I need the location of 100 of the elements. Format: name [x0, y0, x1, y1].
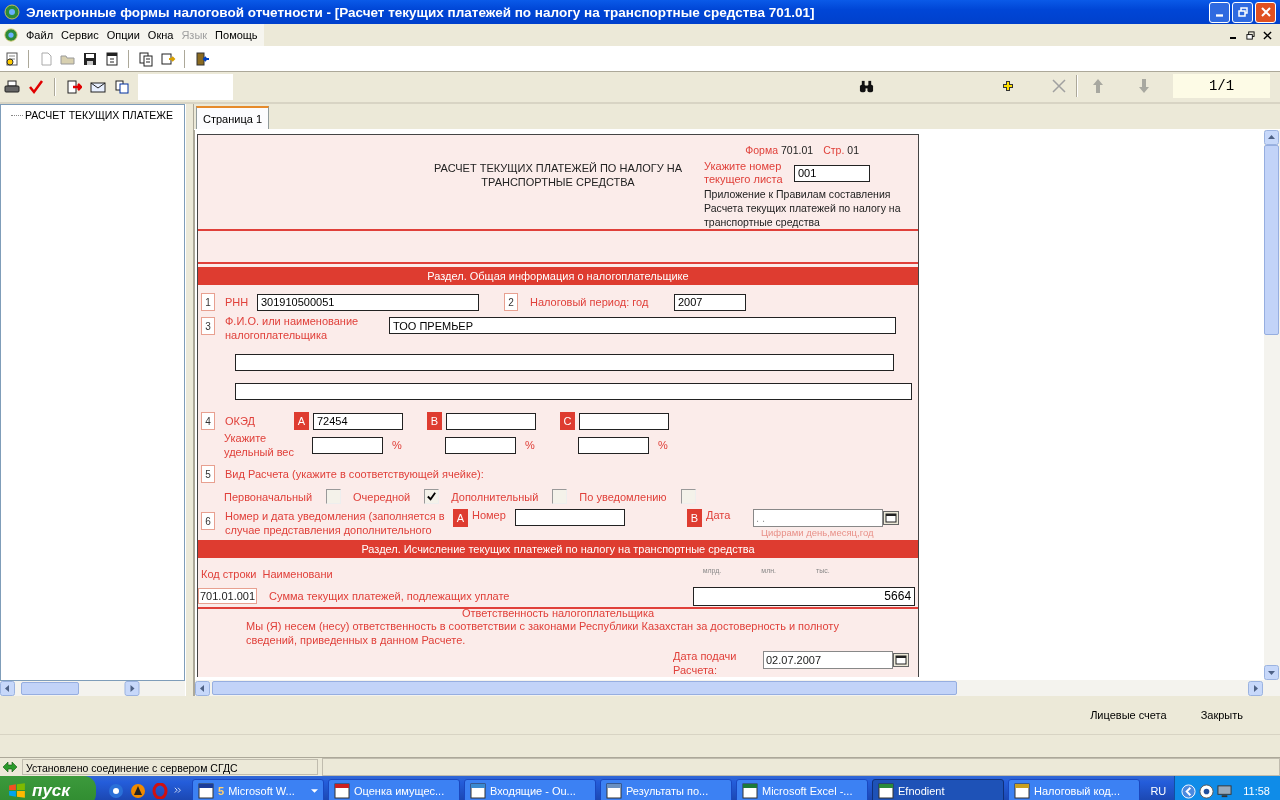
scroll-left-icon[interactable] — [195, 680, 210, 696]
letter-badge: B — [427, 412, 442, 430]
section-header: Раздел. Общая информация о налогоплательщике — [198, 267, 918, 285]
input-field[interactable] — [235, 354, 894, 371]
section-title: Ответственность налогоплательщика — [460, 607, 656, 619]
scroll-down-icon[interactable] — [1264, 665, 1279, 680]
minimize-icon — [1216, 13, 1223, 17]
input-field[interactable]: 2007 — [674, 293, 746, 311]
checkbox[interactable] — [424, 489, 440, 504]
input-field[interactable] — [445, 436, 516, 454]
taskbar-button[interactable]: Входящие - Ou... — [464, 779, 596, 800]
field-label: Номер и дата уведомления (заполняется в случае представления дополнительного — [225, 509, 446, 537]
letter-badge: A — [453, 509, 468, 527]
binoculars-icon[interactable] — [859, 78, 874, 94]
taskbar-button[interactable]: Оценка имущес... — [328, 779, 460, 800]
amount-field[interactable]: 5664 — [693, 586, 916, 606]
toolbar-field[interactable] — [138, 74, 233, 100]
chevron-icon[interactable] — [174, 787, 182, 795]
printer-icon[interactable] — [4, 79, 20, 95]
letter-badge: A — [294, 412, 309, 430]
horizontal-scrollbar[interactable] — [195, 680, 1280, 696]
tree-item[interactable]: РАСЧЕТ ТЕКУЩИХ ПЛАТЕЖЕ — [25, 109, 173, 121]
restore-icon — [1245, 30, 1255, 40]
sheet-label: Укажите номер текущего листа — [704, 160, 784, 186]
minimize-button[interactable] — [1209, 1, 1230, 23]
menu-item[interactable]: Окна — [143, 29, 178, 41]
form-title: РАСЧЕТ ТЕКУЩИХ ПЛАТЕЖЕЙ ПО НАЛОГУ НА ТРАНСПОРТНЫЕ СРЕДСТВА — [432, 161, 684, 190]
vertical-scrollbar[interactable] — [1264, 130, 1280, 680]
input-field[interactable] — [515, 509, 625, 526]
monitor-icon[interactable] — [1217, 783, 1233, 799]
taskbar-button[interactable]: Результаты по... — [600, 779, 732, 800]
percent-sign: % — [392, 439, 402, 451]
form-label: Форма — [745, 144, 779, 156]
export-document-icon[interactable] — [160, 51, 176, 67]
window-icon — [878, 783, 894, 799]
date-field[interactable]: . . — [753, 509, 883, 527]
window-icon — [606, 783, 622, 799]
close-button[interactable] — [1255, 1, 1276, 23]
menu-item[interactable]: Опции — [102, 29, 144, 41]
taskbar-button[interactable]: Microsoft Excel -... — [736, 779, 868, 800]
copy-icon[interactable] — [114, 79, 130, 95]
checkbox[interactable] — [552, 489, 568, 504]
action-button[interactable]: Лицевые счета — [1073, 709, 1184, 721]
checkbox[interactable] — [326, 489, 342, 504]
window-icon — [470, 783, 486, 799]
calendar-icon[interactable] — [893, 653, 909, 667]
checkbox-label: Первоначальный — [224, 490, 313, 503]
line-code: 701.01.001 — [198, 588, 258, 604]
horizontal-scrollbar[interactable] — [0, 681, 185, 696]
form-number: 701.01 — [781, 144, 814, 156]
input-field[interactable] — [312, 436, 383, 454]
menu-item[interactable]: Файл — [22, 29, 58, 41]
page-counter: 1/1 — [1173, 74, 1270, 98]
start-button[interactable]: пуск — [0, 776, 96, 800]
date-field[interactable]: 02.07.2007 — [763, 651, 893, 669]
input-field[interactable] — [579, 412, 669, 430]
checkmark-icon[interactable] — [28, 79, 44, 95]
input-field[interactable] — [446, 412, 536, 430]
menu-item[interactable]: Сервис — [57, 29, 103, 41]
taskbar-button[interactable]: Efnodient — [872, 779, 1004, 800]
scroll-left-icon[interactable] — [0, 681, 15, 696]
calendar-icon[interactable] — [883, 511, 899, 525]
status-text: Установлено соединение с сервером СГДС — [22, 759, 318, 775]
envelope-icon[interactable] — [90, 79, 106, 95]
checkbox[interactable] — [680, 489, 696, 504]
restore-button[interactable] — [1232, 1, 1253, 23]
row-number: 2 — [504, 293, 518, 311]
taskbar-button[interactable]: 5 Microsoft W... — [192, 779, 324, 800]
exit-door-icon[interactable] — [194, 51, 210, 67]
triangle-logo-icon[interactable] — [130, 783, 146, 799]
taskbar-button[interactable]: Налоговый код... — [1008, 779, 1140, 800]
send-document-icon[interactable] — [66, 79, 82, 95]
tab[interactable]: Страница 1 — [196, 106, 270, 129]
input-field[interactable]: 72454 — [313, 412, 403, 430]
checkbox-label: Дополнительный — [451, 490, 539, 503]
input-field[interactable] — [578, 436, 649, 454]
language-indicator[interactable]: RU — [1142, 785, 1175, 797]
copy-pages-icon[interactable] — [138, 51, 154, 67]
input-field[interactable]: ТОО ПРЕМЬЕР — [389, 317, 896, 334]
restore-button[interactable] — [1243, 28, 1257, 42]
scroll-right-icon[interactable] — [1248, 680, 1263, 696]
plus-icon[interactable] — [1002, 80, 1014, 92]
input-field[interactable]: 301910500051 — [257, 293, 479, 311]
scroll-up-icon[interactable] — [1264, 130, 1279, 145]
calendar-icon[interactable] — [104, 51, 120, 67]
input-field[interactable] — [235, 383, 912, 400]
field-label: Номер — [472, 509, 507, 521]
connection-icon — [2, 760, 18, 774]
chevron-icon[interactable] — [1181, 783, 1197, 799]
letter-badge: C — [560, 412, 575, 430]
menu-item[interactable]: Помощь — [211, 29, 262, 41]
input-field[interactable]: 001 — [794, 164, 870, 182]
row-number: 6 — [201, 512, 215, 530]
field-label: РНН — [225, 296, 250, 308]
percent-sign: % — [658, 439, 668, 451]
save-icon[interactable] — [82, 51, 98, 67]
column-header: Код строки — [201, 568, 257, 580]
minimize-icon — [1230, 37, 1236, 39]
globe-icon — [4, 28, 18, 42]
action-button[interactable]: Закрыть — [1183, 709, 1260, 721]
